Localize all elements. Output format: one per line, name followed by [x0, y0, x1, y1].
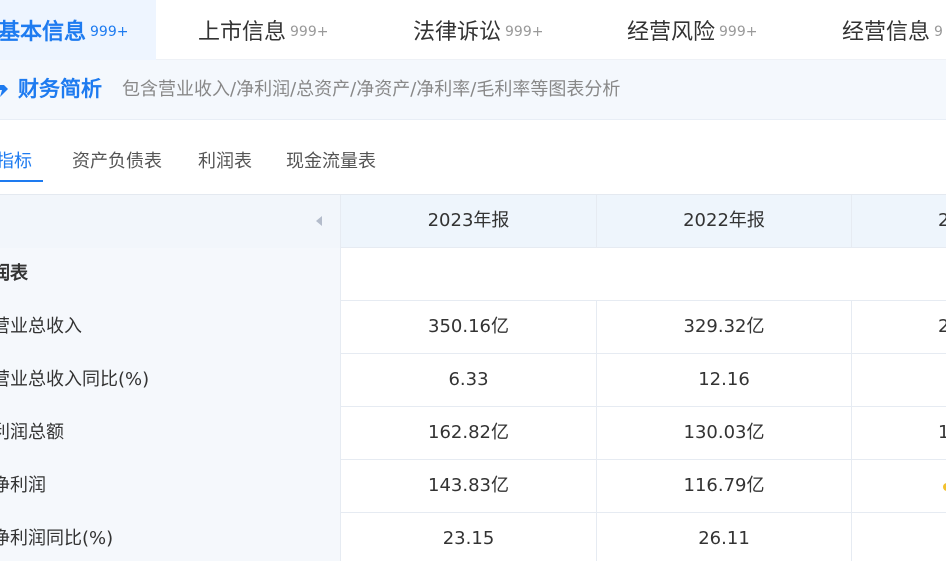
table-row: 净利润 143.83亿 116.79亿: [0, 460, 946, 513]
tab-count-badge: 999+: [90, 23, 129, 40]
financial-table: 2023年报 2022年报 2 润表 营业总收入 350.16亿 329.32亿…: [0, 194, 946, 561]
table-row: 营业总收入 350.16亿 329.32亿 2: [0, 301, 946, 354]
column-header-text: 2: [938, 195, 946, 247]
row-label: 利润总额: [0, 407, 340, 460]
row-value-text: 1: [938, 407, 946, 459]
table-section-row: 润表: [0, 248, 946, 301]
sub-tab-income-statement[interactable]: 利润表: [198, 148, 252, 182]
collapse-arrow-icon[interactable]: [316, 216, 322, 226]
tab-count-badge: 999+: [719, 23, 758, 40]
tab-label: 经营风险: [627, 20, 716, 45]
row-label: 营业总收入: [0, 301, 340, 354]
row-value: [851, 513, 946, 561]
tab-label: 法律诉讼: [413, 20, 502, 45]
tab-label: 基本信息: [0, 20, 87, 45]
tab-basic-info[interactable]: 基本信息 999+: [0, 0, 156, 60]
tab-count-badge: 999+: [505, 23, 544, 40]
tab-count-badge: 9: [934, 23, 943, 40]
row-value: 6.33: [340, 354, 596, 407]
tab-count-badge: 999+: [290, 23, 329, 40]
row-value: 23.15: [340, 513, 596, 561]
sub-tab-balance-sheet[interactable]: 资产负债表: [72, 148, 162, 182]
row-value: [851, 354, 946, 407]
report-sub-tabs: 指标 资产负债表 利润表 现金流量表: [0, 140, 946, 188]
section-label: 润表: [0, 248, 340, 301]
section-title: 财务简析: [18, 77, 102, 101]
tab-listing-info[interactable]: 上市信息 999+: [198, 0, 328, 60]
column-header: 2023年报: [340, 195, 596, 248]
row-value: 26.11: [596, 513, 851, 561]
tab-label: 上市信息: [198, 20, 287, 45]
row-value: 350.16亿: [340, 301, 596, 354]
column-header: 2022年报: [596, 195, 851, 248]
row-value: 116.79亿: [596, 460, 851, 513]
row-value: 12.16: [596, 354, 851, 407]
section-banner: 财务简析 包含营业收入/净利润/总资产/净资产/净利率/毛利率等图表分析: [0, 60, 946, 120]
sub-tab-cash-flow[interactable]: 现金流量表: [286, 148, 376, 182]
row-value: 162.82亿: [340, 407, 596, 460]
row-value-text: 2: [938, 301, 946, 353]
row-value: 2: [851, 301, 946, 354]
active-tab-indicator: [0, 180, 43, 182]
column-header: 2: [851, 195, 946, 248]
table-row: 利润总额 162.82亿 130.03亿 1: [0, 407, 946, 460]
row-value: 143.83亿: [340, 460, 596, 513]
table-header-row: 2023年报 2022年报 2: [0, 195, 946, 248]
top-navigation-tabs: 基本信息 999+ 上市信息 999+ 法律诉讼 999+ 经营风险 999+ …: [0, 0, 946, 60]
row-value: 329.32亿: [596, 301, 851, 354]
row-value: 1: [851, 407, 946, 460]
header-label-cell: [0, 195, 340, 248]
tab-legal-litigation[interactable]: 法律诉讼 999+: [413, 0, 543, 60]
tab-business-risk[interactable]: 经营风险 999+: [627, 0, 757, 60]
row-label: 净利润: [0, 460, 340, 513]
tab-label: 经营信息: [842, 20, 931, 45]
chart-icon: [0, 85, 8, 97]
table-row: 营业总收入同比(%) 6.33 12.16: [0, 354, 946, 407]
row-label: 营业总收入同比(%): [0, 354, 340, 407]
row-label: 净利润同比(%): [0, 513, 340, 561]
table-row: 净利润同比(%) 23.15 26.11: [0, 513, 946, 561]
financial-analysis-page: 基本信息 999+ 上市信息 999+ 法律诉讼 999+ 经营风险 999+ …: [0, 0, 946, 561]
row-value: 130.03亿: [596, 407, 851, 460]
section-description: 包含营业收入/净利润/总资产/净资产/净利率/毛利率等图表分析: [122, 79, 621, 100]
sub-tab-indicators[interactable]: 指标: [0, 148, 32, 182]
section-spacer: [340, 248, 946, 301]
row-value: [851, 460, 946, 513]
tab-business-info[interactable]: 经营信息 9: [842, 0, 943, 60]
